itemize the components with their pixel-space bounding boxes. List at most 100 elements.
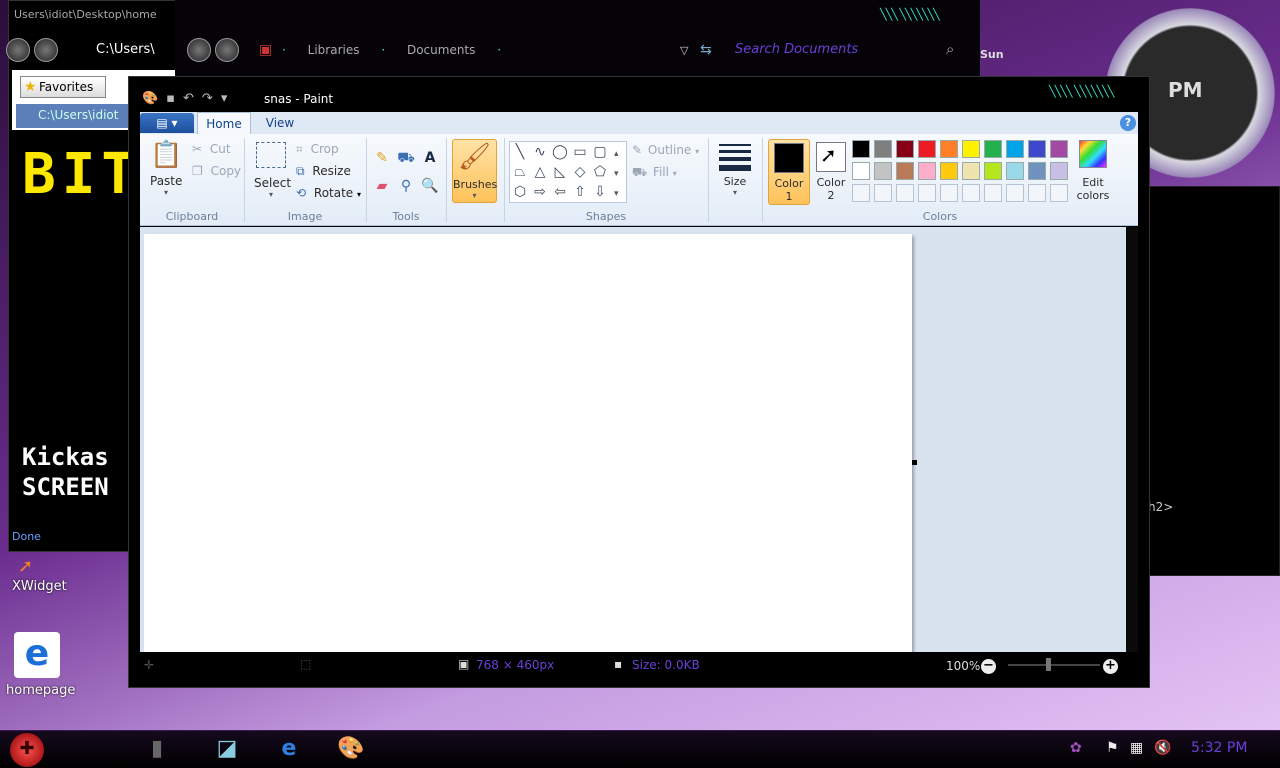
zoom-slider[interactable] [1008, 664, 1100, 666]
outline-button[interactable]: ✎ Outline ▾ [632, 143, 699, 157]
rounded-rectangle-shape-icon[interactable]: ▢ [590, 142, 610, 162]
homepage-label[interactable]: homepage [6, 683, 75, 698]
back-icon[interactable] [6, 38, 30, 62]
eraser-icon[interactable]: ▰ [372, 176, 392, 196]
zoom-slider-thumb[interactable] [1046, 658, 1051, 671]
palette-swatch[interactable] [896, 162, 914, 180]
pencil-icon[interactable]: ✎ [372, 148, 392, 168]
color-picker-icon[interactable]: ⚲ [396, 176, 416, 196]
right-arrow-shape-icon[interactable]: ⇨ [530, 182, 550, 202]
favorites-button[interactable]: ★ Favorites [20, 76, 106, 98]
forward-icon[interactable] [34, 38, 58, 62]
resize-button[interactable]: ⧉ Resize [296, 164, 351, 179]
paste-button[interactable]: 📋 Paste ▾ [150, 140, 182, 197]
action-center-flag-icon[interactable]: ⚑ [1106, 740, 1119, 756]
select-button[interactable]: Select ▾ [254, 142, 291, 199]
taskbar-clock[interactable]: 5:32 PM [1191, 740, 1247, 756]
oval-shape-icon[interactable]: ◯ [550, 142, 570, 162]
refresh-icon[interactable]: ⇆ [700, 42, 712, 58]
palette-swatch[interactable] [1006, 140, 1024, 158]
tray-rose-icon[interactable]: ✿ [1070, 740, 1082, 756]
pentagon-shape-icon[interactable]: ⬠ [590, 162, 610, 182]
forward-icon[interactable] [215, 38, 239, 62]
brushes-button[interactable]: 🖌 Brushes ▾ [452, 139, 497, 203]
drawing-canvas[interactable] [144, 234, 912, 652]
dropdown-icon[interactable]: ▽ [680, 44, 688, 57]
paint-icon[interactable]: 🎨 [334, 734, 368, 764]
hexagon-shape-icon[interactable]: ⬡ [510, 182, 530, 202]
left-arrow-shape-icon[interactable]: ⇦ [550, 182, 570, 202]
xwidget-icon[interactable]: ➚ [18, 556, 33, 577]
palette-swatch[interactable] [1006, 184, 1024, 202]
xwidget-label[interactable]: XWidget [12, 579, 67, 594]
palette-swatch[interactable] [1006, 162, 1024, 180]
palette-swatch[interactable] [918, 140, 936, 158]
help-icon[interactable]: ? [1120, 115, 1136, 131]
palette-swatch[interactable] [940, 162, 958, 180]
down-arrow-shape-icon[interactable]: ⇩ [590, 182, 610, 202]
fill-button[interactable]: ⛟ Fill ▾ [632, 165, 677, 181]
palette-swatch[interactable] [984, 184, 1002, 202]
magnifier-icon[interactable]: 🔍 [420, 176, 440, 196]
palette-swatch[interactable] [984, 162, 1002, 180]
curve-shape-icon[interactable]: ∿ [530, 142, 550, 162]
palette-swatch[interactable] [962, 184, 980, 202]
save-icon[interactable]: ▪ [166, 91, 183, 106]
palette-swatch[interactable] [1050, 140, 1068, 158]
copy-button[interactable]: ❐ Copy [192, 164, 241, 178]
palette-swatch[interactable] [984, 140, 1002, 158]
palette-swatch[interactable] [874, 140, 892, 158]
line-shape-icon[interactable]: ╲ [510, 142, 530, 162]
palette-swatch[interactable] [918, 162, 936, 180]
customize-qat-icon[interactable]: ▾ [221, 91, 236, 106]
palette-swatch[interactable] [874, 162, 892, 180]
shapes-gallery[interactable]: ╲ ∿ ◯ ▭ ▢ ⏢ △ ◺ ◇ ⬠ ⬡ ⇨ ⇦ ⇧ ⇩ ▴ ▾ ▾ [509, 141, 627, 203]
zoom-in-icon[interactable]: + [1103, 659, 1118, 674]
search-icon[interactable]: ⌕ [946, 40, 954, 58]
palette-swatch[interactable] [1028, 140, 1046, 158]
polygon-shape-icon[interactable]: ⏢ [510, 162, 530, 182]
rotate-button[interactable]: ⟲ Rotate ▾ [296, 186, 361, 200]
palette-swatch[interactable] [940, 184, 958, 202]
up-arrow-shape-icon[interactable]: ⇧ [570, 182, 590, 202]
palette-swatch[interactable] [852, 140, 870, 158]
paint-menu-button[interactable]: ▤ ▾ [140, 113, 194, 133]
fill-bucket-icon[interactable]: ⛟ [396, 148, 416, 168]
palette-swatch[interactable] [1028, 162, 1046, 180]
search-input[interactable]: Search Documents [735, 42, 858, 57]
palette-swatch[interactable] [896, 184, 914, 202]
undo-icon[interactable]: ↶ [183, 91, 202, 106]
palette-swatch[interactable] [852, 162, 870, 180]
right-triangle-shape-icon[interactable]: ◺ [550, 162, 570, 182]
tab-home[interactable]: Home [197, 112, 251, 135]
zoom-out-icon[interactable]: − [981, 659, 996, 674]
ie-address-bar[interactable]: C:\Users\ [96, 42, 155, 57]
diamond-shape-icon[interactable]: ◇ [570, 162, 590, 182]
color1-button[interactable]: Color 1 [768, 139, 810, 205]
internet-explorer-icon[interactable]: e [272, 734, 306, 764]
text-tool-icon[interactable]: A [420, 148, 440, 168]
palette-swatch[interactable] [874, 184, 892, 202]
taskbar-app-icon[interactable]: ▮ [140, 734, 174, 764]
size-button[interactable]: Size ▾ [716, 142, 754, 202]
canvas-resize-handle[interactable] [912, 460, 917, 465]
vertical-scrollbar[interactable] [1126, 227, 1138, 652]
notepad-icon[interactable]: ◪ [210, 734, 244, 764]
network-icon[interactable]: ▦ [1130, 740, 1143, 756]
tab-view[interactable]: View [258, 112, 302, 134]
palette-swatch[interactable] [1050, 162, 1068, 180]
crop-button[interactable]: ⌗ Crop [296, 142, 339, 157]
palette-swatch[interactable] [940, 140, 958, 158]
back-icon[interactable] [187, 38, 211, 62]
palette-swatch[interactable] [962, 140, 980, 158]
palette-swatch[interactable] [896, 140, 914, 158]
start-button[interactable]: ✚ [10, 733, 44, 767]
palette-swatch[interactable] [962, 162, 980, 180]
volume-muted-icon[interactable]: 🔇 [1154, 740, 1171, 756]
shapes-scroll-icon[interactable]: ▴ ▾ ▾ [614, 144, 619, 204]
palette-swatch[interactable] [852, 184, 870, 202]
edit-colors-button[interactable]: Edit colors [1074, 140, 1112, 206]
cut-button[interactable]: ✂ Cut [192, 142, 231, 156]
rectangle-shape-icon[interactable]: ▭ [570, 142, 590, 162]
redo-icon[interactable]: ↷ [202, 91, 221, 106]
